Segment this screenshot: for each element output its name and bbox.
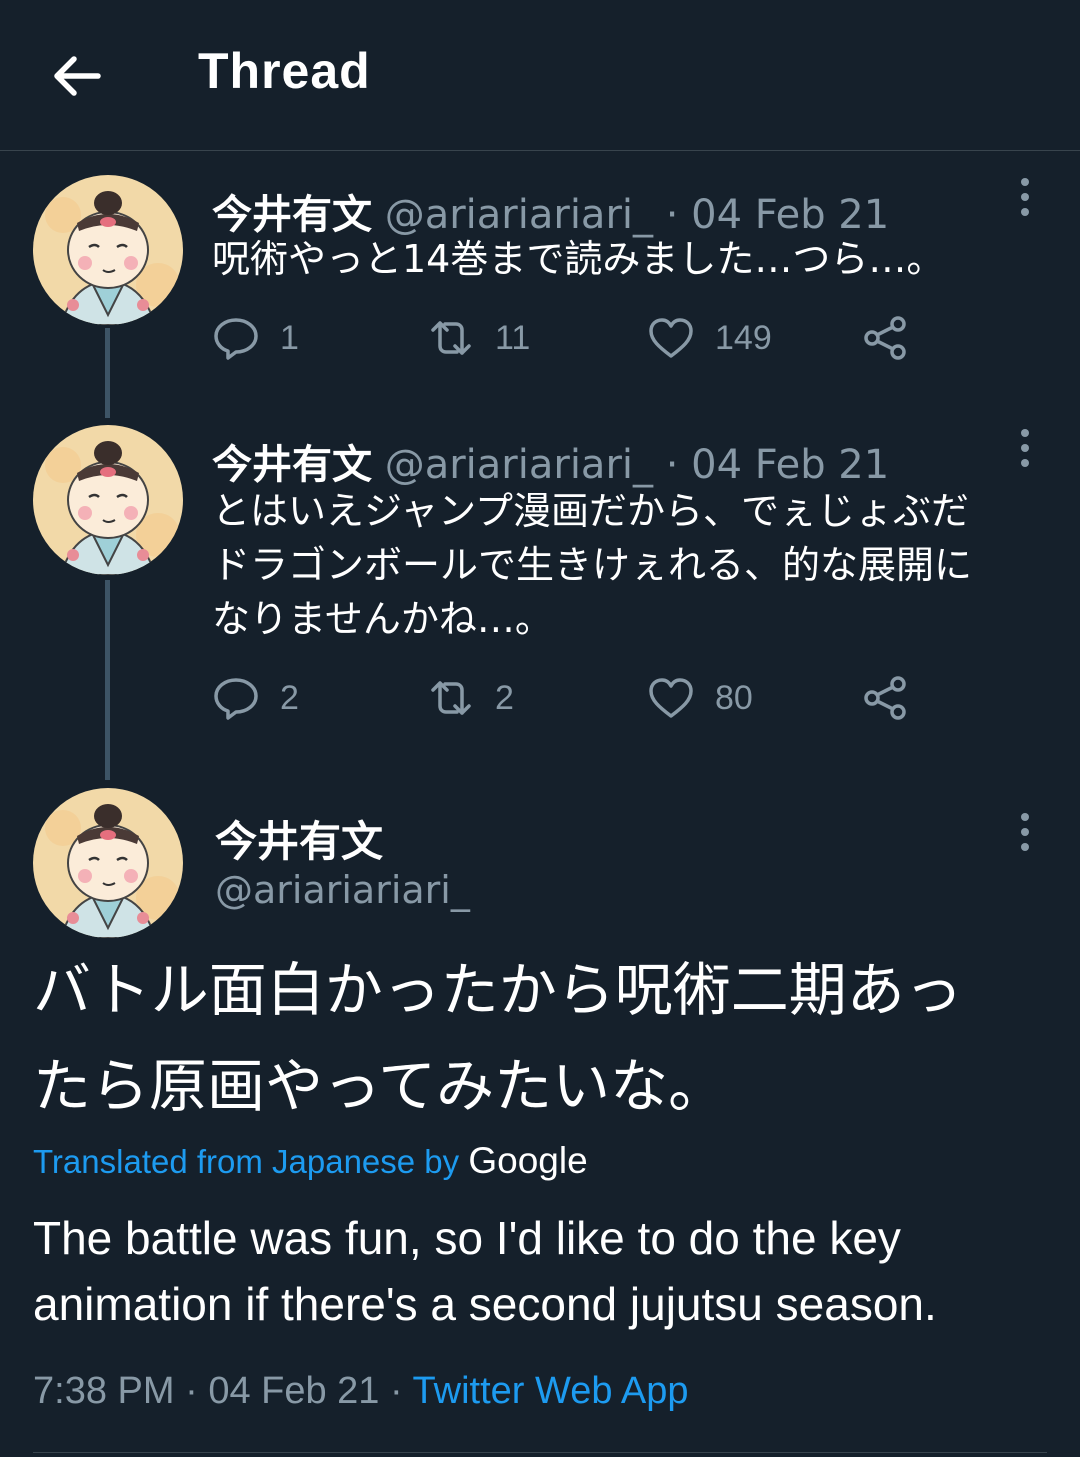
separator-dot: · <box>665 442 679 488</box>
tweet-text-line: とはいえジャンプ漫画だから、でぇじょぶだ <box>212 489 969 533</box>
share-icon <box>864 676 906 720</box>
page-title: Thread <box>198 43 371 99</box>
separator-dot: · <box>390 1370 413 1412</box>
retweet-count: 2 <box>495 678 514 717</box>
reply-count: 1 <box>280 318 299 357</box>
more-vertical-icon[interactable] <box>1010 812 1040 852</box>
separator-dot: · <box>185 1370 209 1412</box>
retweet-icon <box>431 321 471 355</box>
tweet-actions: 2 2 80 <box>212 668 932 728</box>
thread-connector <box>105 580 110 780</box>
tweet-time[interactable]: 7:38 PM <box>33 1370 175 1412</box>
reply-icon <box>214 678 258 720</box>
avatar-illustration <box>33 788 183 938</box>
retweet-count: 11 <box>495 318 531 357</box>
reply-button[interactable]: 2 <box>212 668 299 728</box>
reply-button[interactable]: 1 <box>212 308 299 368</box>
thread-connector <box>105 328 110 418</box>
avatar[interactable] <box>33 175 183 325</box>
tweet-date[interactable]: 04 Feb 21 <box>691 442 889 488</box>
more-vertical-icon[interactable] <box>1010 177 1040 217</box>
tweet-header: 今井有文 @ariariariari_ · 04 Feb 21 <box>212 432 889 490</box>
main-tweet-text-line: バトル面白かったから呪術二期あっ <box>33 956 963 1024</box>
avatar-illustration <box>33 175 183 325</box>
share-icon <box>864 316 906 360</box>
tweet-text: 呪術やっと14巻まで読みました…つら…。 <box>212 237 945 281</box>
main-tweet-text: バトル面白かったから呪術二期あっ たら原画やってみたいな。 <box>33 942 1043 1134</box>
google-logo-text: Google <box>468 1140 588 1181</box>
like-button[interactable]: 149 <box>647 308 772 368</box>
top-bar: Thread <box>0 0 1080 151</box>
translation-line: animation if there's a second jujutsu se… <box>33 1278 937 1330</box>
translation-line: The battle was fun, so I'd like to do th… <box>33 1212 901 1264</box>
retweet-button[interactable]: 2 <box>427 668 514 728</box>
tweet-metadata: 7:38 PM · 04 Feb 21 · Twitter Web App <box>33 1370 689 1413</box>
tweet-text: とはいえジャンプ漫画だから、でぇじょぶだ ドラゴンボールで生きけぇれる、的な展開… <box>212 484 1042 646</box>
like-count: 149 <box>715 318 772 357</box>
like-icon <box>649 318 693 358</box>
reply-count: 2 <box>280 678 299 717</box>
author-name[interactable]: 今井有文 <box>215 808 383 869</box>
like-count: 80 <box>715 678 753 717</box>
author-name[interactable]: 今井有文 <box>212 442 372 488</box>
like-icon <box>649 678 693 718</box>
retweet-button[interactable]: 11 <box>427 308 530 368</box>
avatar[interactable] <box>33 788 183 938</box>
translation-text: The battle was fun, so I'd like to do th… <box>33 1205 1053 1337</box>
back-arrow-icon[interactable] <box>50 50 102 102</box>
tweet-actions: 1 11 149 <box>212 308 932 368</box>
like-button[interactable]: 80 <box>647 668 753 728</box>
author-handle[interactable]: @ariariariari_ <box>215 868 470 912</box>
avatar[interactable] <box>33 425 183 575</box>
tweet-text-line: なりませんかね…。 <box>212 597 553 641</box>
divider <box>33 1452 1047 1453</box>
tweet-text-line: ドラゴンボールで生きけぇれる、的な展開に <box>212 543 973 587</box>
tweet-date[interactable]: 04 Feb 21 <box>208 1370 379 1412</box>
source-app-link[interactable]: Twitter Web App <box>413 1370 689 1412</box>
share-button[interactable] <box>862 308 910 368</box>
translated-from-text: Translated from Japanese by <box>33 1143 469 1180</box>
translated-label[interactable]: Translated from Japanese by Google <box>33 1140 588 1182</box>
avatar-illustration <box>33 425 183 575</box>
retweet-icon <box>431 681 471 715</box>
reply-icon <box>214 318 258 360</box>
more-vertical-icon[interactable] <box>1010 428 1040 468</box>
author-handle[interactable]: @ariariariari_ <box>385 442 653 488</box>
share-button[interactable] <box>862 668 910 728</box>
main-tweet-text-line: たら原画やってみたいな。 <box>33 1052 727 1120</box>
